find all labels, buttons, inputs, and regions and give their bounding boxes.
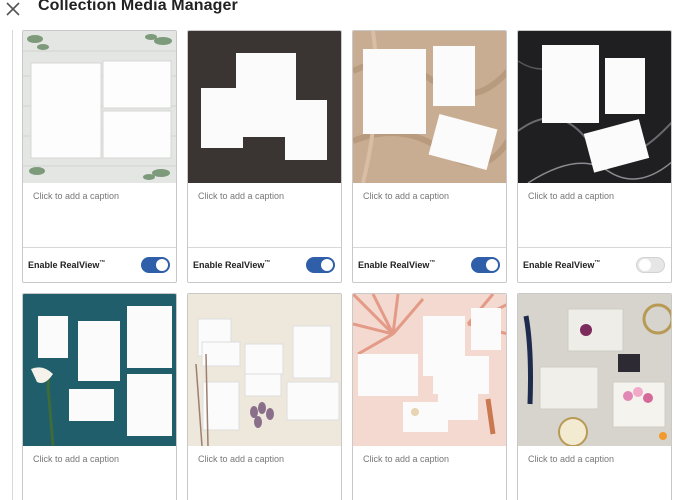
caption-placeholder[interactable]: Click to add a caption <box>198 191 284 201</box>
header: Collection Media Manager <box>0 0 675 20</box>
page-title: Collection Media Manager <box>38 0 238 14</box>
media-image[interactable] <box>188 294 341 446</box>
media-image[interactable] <box>518 31 671 183</box>
caption-placeholder[interactable]: Click to add a caption <box>363 454 449 464</box>
divider <box>188 247 341 248</box>
divider <box>23 247 176 248</box>
media-card: Click to add a caption Enable RealView™ <box>352 30 507 283</box>
caption-placeholder[interactable]: Click to add a caption <box>528 454 614 464</box>
realview-label: Enable RealView™ <box>523 260 601 270</box>
realview-toggle[interactable] <box>471 257 500 273</box>
media-card: Click to add a caption Enable RealView™ <box>187 30 342 283</box>
divider <box>353 247 506 248</box>
toggle-knob <box>156 259 168 271</box>
media-image[interactable] <box>188 31 341 183</box>
realview-label: Enable RealView™ <box>193 260 271 270</box>
media-card: Click to add a caption <box>352 293 507 500</box>
media-card: Click to add a caption <box>187 293 342 500</box>
media-image[interactable] <box>353 31 506 183</box>
realview-toggle[interactable] <box>306 257 335 273</box>
caption-placeholder[interactable]: Click to add a caption <box>198 454 284 464</box>
divider <box>518 247 671 248</box>
caption-placeholder[interactable]: Click to add a caption <box>33 191 119 201</box>
media-card: Click to add a caption <box>517 293 672 500</box>
toggle-knob <box>321 259 333 271</box>
left-divider <box>12 30 13 500</box>
toggle-knob <box>486 259 498 271</box>
realview-label: Enable RealView™ <box>28 260 106 270</box>
media-card: Click to add a caption Enable RealView™ <box>22 30 177 283</box>
toggle-knob <box>639 259 651 271</box>
media-card: Click to add a caption <box>22 293 177 500</box>
caption-placeholder[interactable]: Click to add a caption <box>528 191 614 201</box>
caption-placeholder[interactable]: Click to add a caption <box>33 454 119 464</box>
close-icon[interactable] <box>4 0 22 18</box>
caption-placeholder[interactable]: Click to add a caption <box>363 191 449 201</box>
realview-toggle[interactable] <box>141 257 170 273</box>
media-image[interactable] <box>23 31 176 183</box>
media-card: Click to add a caption Enable RealView™ <box>517 30 672 283</box>
media-image[interactable] <box>518 294 671 446</box>
realview-label: Enable RealView™ <box>358 260 436 270</box>
media-image[interactable] <box>353 294 506 446</box>
realview-toggle[interactable] <box>636 257 665 273</box>
media-image[interactable] <box>23 294 176 446</box>
